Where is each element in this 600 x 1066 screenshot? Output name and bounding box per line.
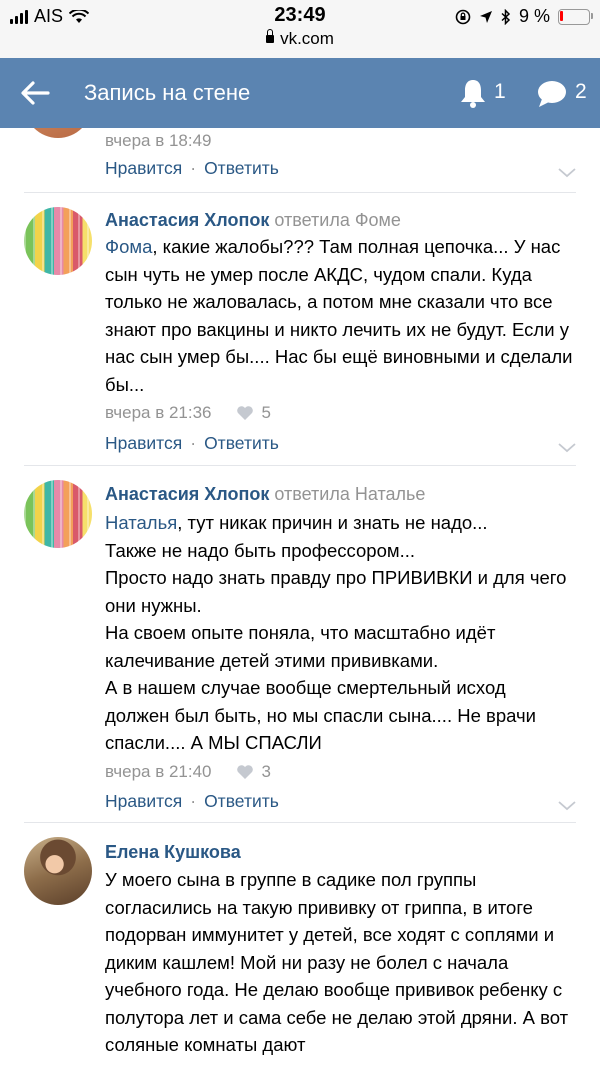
- heart-icon[interactable]: [236, 405, 254, 421]
- back-arrow-icon[interactable]: [18, 78, 52, 108]
- comment-date: вчера в 18:49: [105, 131, 212, 151]
- lock-icon: [266, 29, 275, 43]
- url-text: vk.com: [280, 29, 334, 48]
- separator-dot: ·: [190, 158, 197, 178]
- avatar[interactable]: [24, 128, 92, 138]
- comment-author[interactable]: Анастасия Хлопок ответила Наталье: [105, 484, 425, 505]
- date-text: вчера в 21:36: [105, 403, 212, 422]
- avatar[interactable]: [24, 837, 92, 905]
- page-title: Запись на стене: [84, 80, 251, 105]
- comment-meta: вчера в 21:40 3: [105, 762, 271, 782]
- messages-count[interactable]: 2: [575, 80, 587, 104]
- text-line: Наталья, тут никак причин и знать не над…: [105, 509, 575, 537]
- reply-link[interactable]: Ответить: [204, 158, 279, 178]
- like-link[interactable]: Нравится: [105, 433, 182, 453]
- separator-dot: ·: [190, 791, 197, 811]
- text-line: На своем опыте поняла, что масштабно идё…: [105, 622, 496, 671]
- comment-actions: Нравится · Ответить: [105, 791, 279, 812]
- comment-item: Анастасия Хлопок ответила Наталье Наталь…: [0, 466, 600, 822]
- url-bar[interactable]: vk.com: [0, 29, 600, 49]
- likes-count: 3: [261, 762, 271, 781]
- date-text: вчера в 21:40: [105, 762, 212, 781]
- text-line: А в нашем случае вообще смертельный исхо…: [105, 677, 536, 753]
- author-name[interactable]: Елена Кушкова: [105, 842, 241, 862]
- bluetooth-icon: [501, 8, 511, 25]
- reply-link[interactable]: Ответить: [204, 791, 279, 811]
- battery-icon: [558, 8, 593, 25]
- reply-to-label: ответила Наталье: [274, 484, 426, 504]
- mention-link[interactable]: Фома: [105, 236, 152, 257]
- text-line: Также не надо быть профессором...: [105, 539, 415, 561]
- comment-author[interactable]: Анастасия Хлопок ответила Фоме: [105, 210, 401, 231]
- notifications-count[interactable]: 1: [494, 80, 506, 104]
- comment-body: , какие жалобы??? Там полная цепочка... …: [105, 236, 573, 395]
- comment-text: Фома, какие жалобы??? Там полная цепочка…: [105, 233, 575, 398]
- chevron-down-icon[interactable]: [558, 801, 576, 811]
- status-right: 9 %: [455, 6, 593, 27]
- chevron-down-icon[interactable]: [558, 443, 576, 453]
- rotation-lock-icon: [455, 9, 471, 24]
- location-icon: [479, 10, 492, 23]
- messages-icon[interactable]: [536, 79, 568, 109]
- separator-dot: ·: [190, 433, 197, 453]
- comment-meta: вчера в 21:36 5: [105, 403, 271, 423]
- like-link[interactable]: Нравится: [105, 791, 182, 811]
- comment-actions: Нравится · Ответить: [105, 158, 279, 179]
- author-name[interactable]: Анастасия Хлопок: [105, 484, 269, 504]
- author-name[interactable]: Анастасия Хлопок: [105, 210, 269, 230]
- comment-item: Анастасия Хлопок ответила Фоме Фома, как…: [0, 193, 600, 465]
- mention-link[interactable]: Наталья: [105, 512, 177, 533]
- app-header: Запись на стене 1 2: [0, 58, 600, 128]
- status-bar: AIS 23:49 vk.com 9 %: [0, 0, 600, 58]
- reply-to-label: ответила Фоме: [274, 210, 401, 230]
- chevron-down-icon[interactable]: [558, 168, 576, 178]
- comment-author[interactable]: Елена Кушкова: [105, 842, 241, 863]
- like-link[interactable]: Нравится: [105, 158, 182, 178]
- reply-link[interactable]: Ответить: [204, 433, 279, 453]
- comment-body: У моего сына в группе в садике пол групп…: [105, 869, 569, 1055]
- text-line-content: , тут никак причин и знать не надо...: [177, 512, 488, 533]
- comment-actions: Нравится · Ответить: [105, 433, 279, 454]
- bell-icon[interactable]: [458, 77, 488, 109]
- battery-percent: 9 %: [518, 6, 550, 26]
- comment-text: У моего сына в группе в садике пол групп…: [105, 866, 575, 1059]
- heart-icon[interactable]: [236, 764, 254, 780]
- text-line: Просто надо знать правду про ПРИВИВКИ и …: [105, 567, 567, 616]
- date-text: вчера в 18:49: [105, 131, 212, 150]
- avatar[interactable]: [24, 207, 92, 275]
- comment-text: Наталья, тут никак причин и знать не над…: [105, 509, 575, 757]
- likes-count: 5: [261, 403, 271, 422]
- comment-item: вчера в 18:49 Нравится · Ответить: [0, 128, 600, 192]
- avatar[interactable]: [24, 480, 92, 548]
- comments-feed: вчера в 18:49 Нравится · Ответить Анастаси…: [0, 128, 600, 1066]
- comment-item: Елена Кушкова У моего сына в группе в са…: [0, 823, 600, 1066]
